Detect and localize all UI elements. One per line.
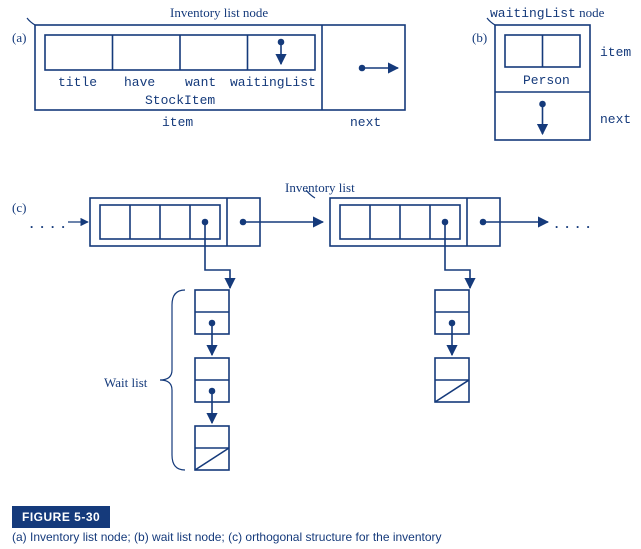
diagram-svg	[0, 0, 641, 505]
figure-5-30: Inventory list node waitingList node Inv…	[0, 0, 641, 549]
figure-caption: (a) Inventory list node; (b) wait list n…	[12, 530, 442, 544]
figure-label: FIGURE 5-30	[12, 506, 110, 528]
